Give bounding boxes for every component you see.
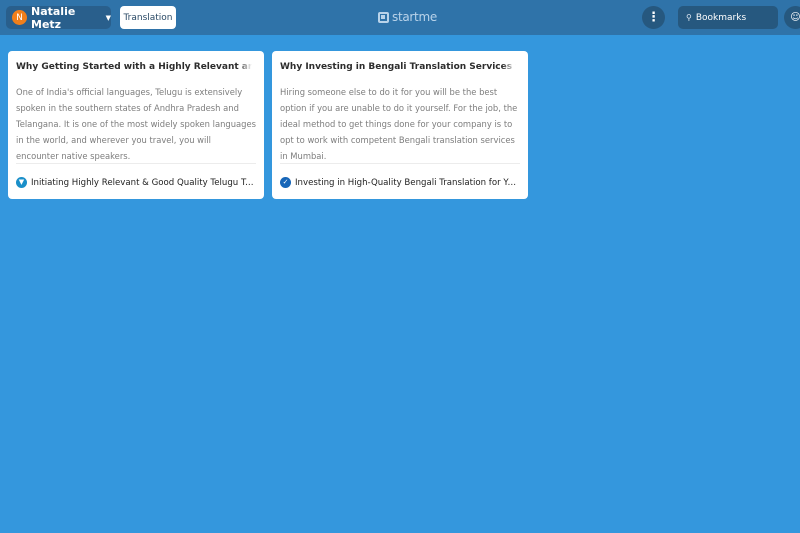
more-options-button[interactable]: ⋮ — [642, 6, 665, 29]
user-menu-button[interactable]: N Natalie Metz ▼ — [6, 4, 111, 31]
bookmark-link-label: Investing in High-Quality Bengali Transl… — [295, 177, 520, 188]
shield-icon: ▼ — [16, 177, 27, 188]
card-description: Hiring someone else to do it for you wil… — [280, 87, 518, 161]
user-icon: ☺ — [790, 12, 800, 23]
bookmark-card: Why Getting Started with a Highly Releva… — [8, 51, 264, 199]
card-title[interactable]: Why Investing in Bengali Translation Ser… — [280, 62, 516, 72]
startme-logo[interactable]: startme — [378, 10, 437, 24]
vertical-dots-icon: ⋮ — [647, 10, 660, 25]
bookmark-link-label: Initiating Highly Relevant & Good Qualit… — [31, 177, 256, 188]
bookmark-search[interactable]: ⚲ — [678, 6, 778, 29]
bookmark-card: Why Investing in Bengali Translation Ser… — [272, 51, 528, 199]
user-name: Natalie Metz — [31, 4, 76, 31]
startme-logo-icon — [378, 11, 389, 23]
search-input[interactable] — [695, 12, 766, 23]
profile-button[interactable]: ☺ — [784, 6, 800, 29]
chevron-down-icon: ▼ — [105, 14, 111, 22]
tab-translation[interactable]: Translation — [120, 6, 176, 29]
card-description: One of India's official languages, Telug… — [16, 87, 256, 161]
card-title[interactable]: Why Getting Started with a Highly Releva… — [16, 62, 252, 72]
divider — [16, 163, 256, 164]
search-icon: ⚲ — [686, 13, 692, 22]
divider — [280, 163, 520, 164]
bookmark-link[interactable]: ▼ Initiating Highly Relevant & Good Qual… — [16, 177, 256, 188]
logo-text: startme — [392, 10, 437, 24]
top-bar: N Natalie Metz ▼ Translation startme ⋮ ⚲… — [0, 0, 800, 35]
check-circle-icon: ✓ — [280, 177, 291, 188]
avatar: N — [12, 10, 27, 25]
bookmark-link[interactable]: ✓ Investing in High-Quality Bengali Tran… — [280, 177, 520, 188]
